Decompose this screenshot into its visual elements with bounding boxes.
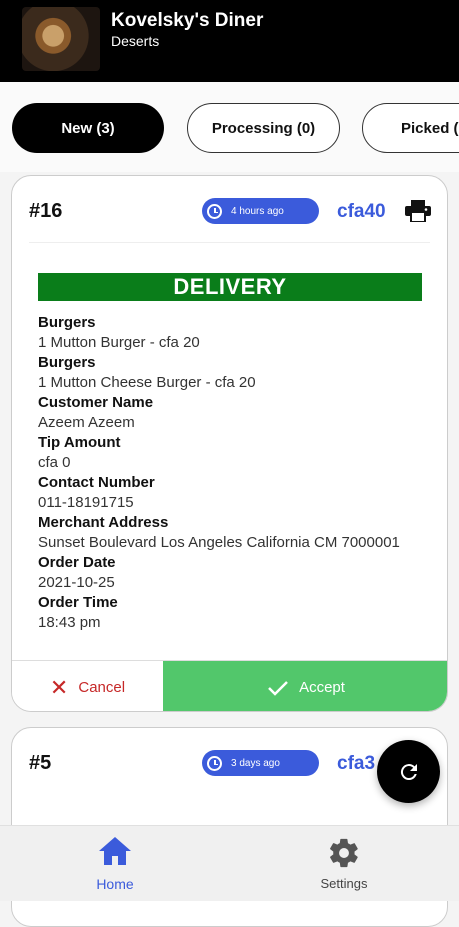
tab-new[interactable]: New (3): [12, 103, 164, 153]
store-subtitle: Deserts: [111, 33, 160, 49]
detail-value: cfa 0: [38, 454, 71, 471]
time-ago-text: 3 days ago: [231, 757, 280, 769]
order-status-tabs: New (3) Processing (0) Picked (: [0, 82, 459, 172]
cancel-button[interactable]: ✕ Cancel: [12, 661, 163, 711]
detail-label: Customer Name: [38, 394, 154, 411]
close-icon: ✕: [49, 674, 69, 700]
detail-value: Sunset Boulevard Los Angeles California …: [38, 534, 400, 551]
accept-button[interactable]: Accept: [163, 661, 447, 711]
clock-icon: [207, 755, 222, 771]
order-type-banner: DELIVERY: [38, 273, 422, 301]
refresh-button[interactable]: [377, 740, 440, 803]
cancel-label: Cancel: [78, 679, 126, 696]
bottom-navigation: Home Settings: [0, 825, 459, 901]
detail-label: Order Date: [38, 554, 116, 571]
detail-value: 2021-10-25: [38, 574, 115, 591]
detail-label: Burgers: [38, 314, 96, 331]
store-name: Kovelsky's Diner: [111, 10, 264, 31]
refresh-icon: [400, 763, 417, 780]
detail-label: Contact Number: [38, 474, 155, 491]
time-ago-text: 4 hours ago: [231, 205, 284, 217]
detail-value: 011-18191715: [38, 494, 134, 511]
order-amount: cfa3: [337, 753, 376, 774]
checkmark-icon: [268, 680, 288, 696]
nav-settings[interactable]: Settings: [244, 826, 444, 901]
nav-home[interactable]: Home: [15, 826, 215, 901]
time-ago-badge: 3 days ago: [202, 750, 319, 776]
order-actions: ✕ Cancel Accept: [12, 660, 447, 711]
tab-picked[interactable]: Picked (: [362, 103, 459, 153]
order-amount: cfa40: [337, 201, 386, 222]
print-icon[interactable]: [405, 200, 431, 222]
time-ago-badge: 4 hours ago: [202, 198, 319, 224]
gear-icon: [330, 838, 358, 868]
detail-label: Tip Amount: [38, 434, 121, 451]
detail-label: Order Time: [38, 594, 118, 611]
store-logo-image: [22, 7, 100, 71]
home-icon: [99, 837, 131, 865]
order-details: Burgers 1 Mutton Burger - cfa 20 Burgers…: [38, 313, 422, 633]
nav-home-label: Home: [96, 876, 134, 892]
order-number: #5: [29, 752, 52, 774]
detail-label: Merchant Address: [38, 514, 169, 531]
detail-value: Azeem Azeem: [38, 414, 135, 431]
app-header: Kovelsky's Diner Deserts: [0, 0, 459, 82]
order-card: #16 4 hours ago cfa40 DELIVERY Burgers 1…: [11, 175, 448, 712]
tab-processing[interactable]: Processing (0): [187, 103, 340, 153]
accept-label: Accept: [299, 679, 345, 696]
order-number: #16: [29, 200, 63, 222]
detail-value: 18:43 pm: [38, 614, 101, 631]
nav-settings-label: Settings: [320, 876, 368, 891]
clock-icon: [207, 203, 222, 219]
card-divider: [29, 242, 430, 243]
detail-label: Burgers: [38, 354, 96, 371]
detail-value: 1 Mutton Burger - cfa 20: [38, 334, 200, 351]
detail-value: 1 Mutton Cheese Burger - cfa 20: [38, 374, 256, 391]
